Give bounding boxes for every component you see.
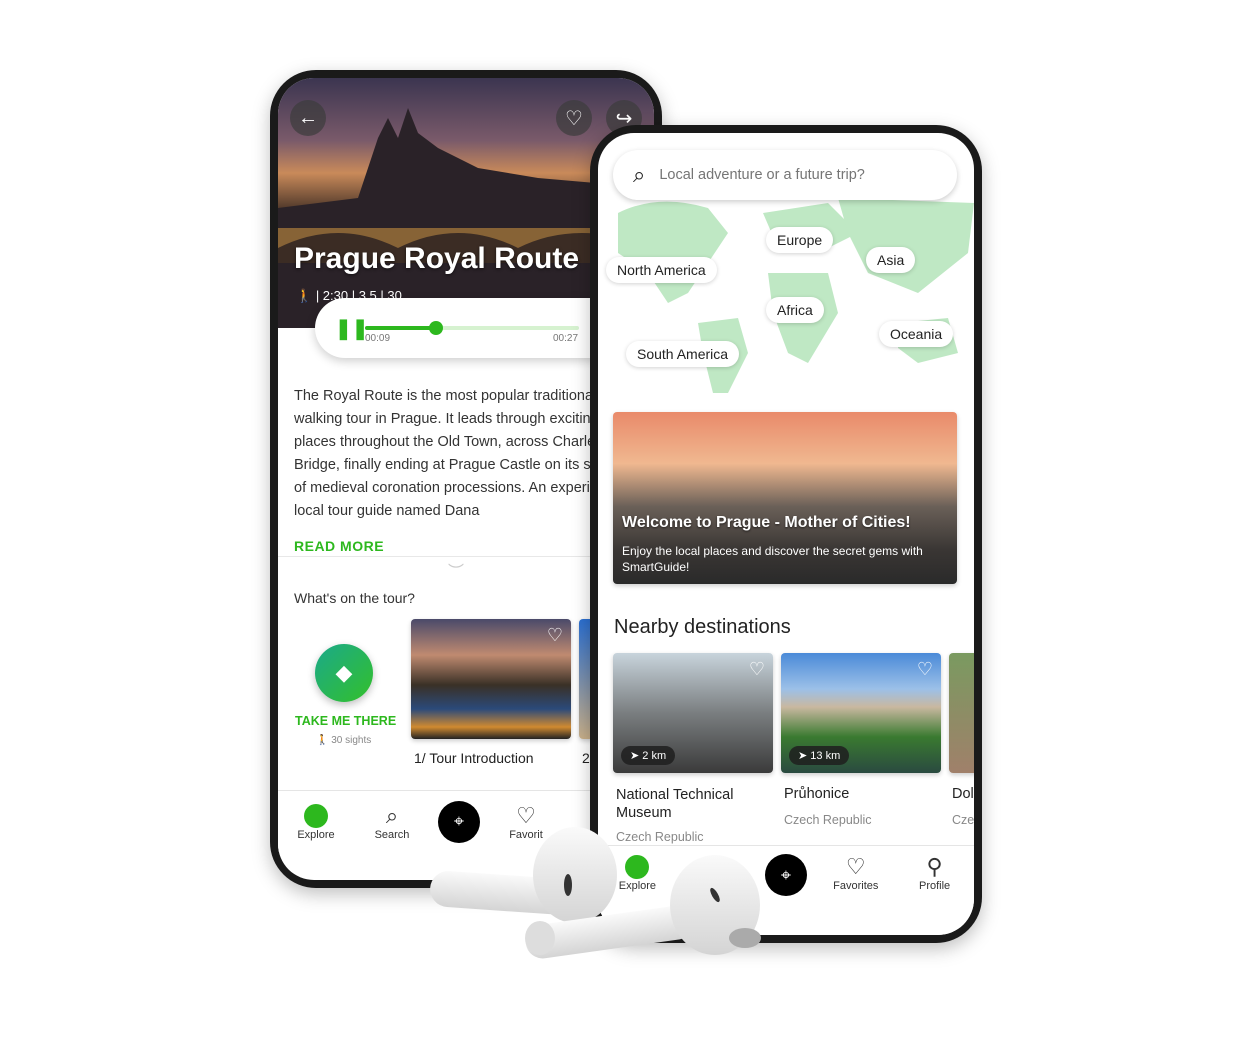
region-south-america[interactable]: South America bbox=[626, 341, 740, 367]
nav-search[interactable]: ⌕ Search bbox=[362, 803, 422, 841]
destination-country: Czech Republic bbox=[784, 813, 872, 827]
tour-title: Prague Royal Route bbox=[294, 242, 580, 275]
total-time: 00:27 bbox=[553, 333, 579, 344]
heart-icon[interactable]: ♡ bbox=[749, 659, 765, 680]
back-button[interactable]: ← bbox=[290, 100, 326, 136]
favorite-button[interactable]: ♡ bbox=[556, 100, 592, 136]
sights-count: 🚶 30 sights bbox=[316, 735, 372, 746]
walk-icon: 🚶 bbox=[296, 288, 313, 303]
distance-badge: ➤ 13 km bbox=[789, 746, 850, 765]
heart-icon[interactable]: ♡ bbox=[547, 625, 563, 646]
arrow-left-icon: ← bbox=[298, 106, 318, 129]
search-icon: ⌕ bbox=[385, 802, 399, 828]
stop-label[interactable]: 2 bbox=[582, 750, 590, 766]
progress-fill bbox=[365, 326, 436, 330]
section-title: What's on the tour? bbox=[294, 590, 415, 606]
nearby-title: Nearby destinations bbox=[614, 616, 791, 638]
map-pin-icon: ⌖ bbox=[780, 864, 792, 885]
region-asia[interactable]: Asia bbox=[866, 247, 916, 273]
heart-icon: ♡ bbox=[845, 854, 866, 879]
chevron-down-icon[interactable]: ︶ bbox=[448, 558, 464, 582]
distance-badge: ➤ 2 km bbox=[621, 746, 676, 765]
region-north-america[interactable]: North America bbox=[606, 257, 717, 283]
read-more-link[interactable]: READ MORE bbox=[294, 538, 384, 554]
destination-name[interactable]: National Technical Museum bbox=[616, 786, 766, 822]
region-africa[interactable]: Africa bbox=[766, 297, 824, 323]
heart-icon[interactable]: ♡ bbox=[917, 659, 933, 680]
destination-name[interactable]: Dol bbox=[952, 786, 974, 802]
progress-track[interactable] bbox=[365, 321, 579, 335]
destination-card[interactable] bbox=[949, 653, 974, 773]
stop-card[interactable]: ♡ bbox=[411, 619, 571, 739]
destination-card[interactable]: ♡ ➤ 2 km bbox=[613, 653, 773, 773]
destination-country: Cze bbox=[952, 813, 974, 827]
tour-description: The Royal Route is the most popular trad… bbox=[294, 388, 630, 519]
earbuds-image bbox=[430, 827, 761, 959]
pause-button[interactable]: ❚❚ bbox=[335, 316, 369, 341]
walk-icon: 🚶 bbox=[316, 735, 329, 746]
stop-label[interactable]: 1/ Tour Introduction bbox=[414, 750, 534, 766]
banner-title: Welcome to Prague - Mother of Cities! bbox=[622, 514, 911, 531]
welcome-banner[interactable]: Welcome to Prague - Mother of Cities! En… bbox=[613, 412, 957, 584]
directions-icon: ◆ bbox=[335, 660, 353, 685]
heart-icon: ♡ bbox=[565, 107, 583, 130]
nav-profile[interactable]: ⚲ Profile bbox=[905, 854, 965, 892]
progress-handle[interactable] bbox=[428, 321, 443, 335]
take-me-there-label[interactable]: TAKE ME THERE bbox=[295, 714, 396, 728]
banner-subtitle: Enjoy the local places and discover the … bbox=[622, 544, 923, 574]
search-icon: ⌕ bbox=[633, 162, 646, 187]
region-europe[interactable]: Europe bbox=[766, 227, 834, 253]
destination-card[interactable]: ♡ ➤ 13 km bbox=[781, 653, 941, 773]
take-me-there-button[interactable]: ◆ bbox=[315, 644, 373, 702]
destination-name[interactable]: Průhonice bbox=[784, 786, 849, 802]
compass-icon bbox=[303, 803, 329, 829]
nav-explore[interactable]: Explore bbox=[286, 803, 346, 841]
nav-favorites[interactable]: ♡ Favorites bbox=[826, 854, 886, 892]
explore-screen: ⌕ North America Europe Asia Africa Ocean… bbox=[598, 133, 974, 935]
search-input[interactable] bbox=[659, 167, 920, 183]
user-icon: ⚲ bbox=[926, 854, 943, 879]
elapsed-time: 00:09 bbox=[365, 333, 391, 344]
search-bar[interactable]: ⌕ bbox=[613, 150, 957, 200]
region-oceania[interactable]: Oceania bbox=[879, 321, 954, 347]
